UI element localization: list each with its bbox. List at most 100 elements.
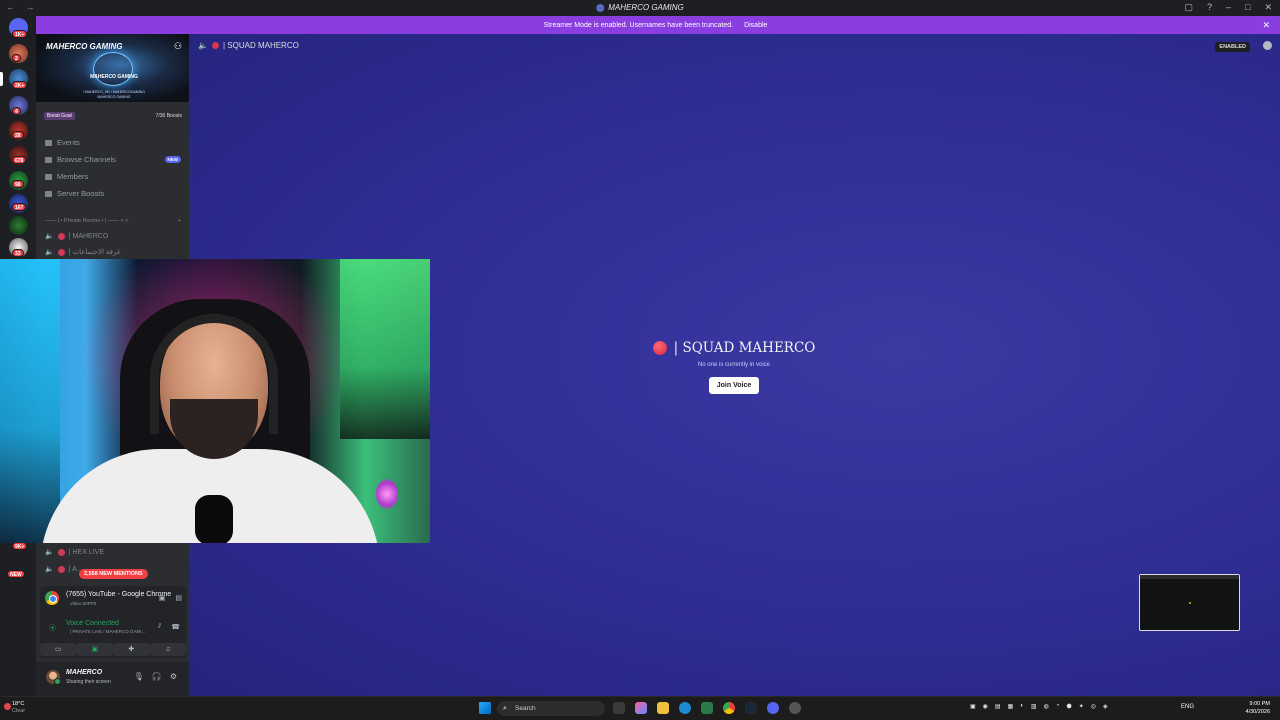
sidebar-item-browse-channels[interactable]: Browse Channels xyxy=(45,155,116,164)
category-private-rooms[interactable]: —— | • Private Rooms • | —— < < + xyxy=(45,218,181,224)
notification-badge: 9K+ xyxy=(12,542,28,550)
boost-goal-label: Boost Goal xyxy=(44,111,75,120)
language-indicator[interactable]: ENG xyxy=(1181,704,1194,710)
server-logo xyxy=(93,52,133,86)
popout-icon[interactable]: ▣ xyxy=(159,594,166,602)
weather-icon[interactable] xyxy=(4,703,11,710)
banner-text: Streamer Mode is enabled. Usernames have… xyxy=(543,21,734,29)
sidebar-item-events[interactable]: Events xyxy=(45,138,80,147)
preview-topbar xyxy=(1140,575,1239,579)
minimize-icon[interactable]: – xyxy=(1226,2,1231,13)
voice-channel[interactable]: 🔈 | MAHERCO xyxy=(45,232,108,240)
edge-icon[interactable] xyxy=(679,702,691,714)
members-icon xyxy=(45,173,52,180)
signal-icon[interactable]: ⦿ xyxy=(49,623,56,633)
windows-start-icon[interactable] xyxy=(479,702,491,714)
notification-badge: 2 xyxy=(12,54,21,62)
boost-goal-bar[interactable]: Boost Goal 7/36 Boosts xyxy=(44,111,182,120)
task-view-icon[interactable] xyxy=(613,702,625,714)
steam-icon[interactable] xyxy=(745,702,757,714)
weather-widget[interactable]: 18°C Clear xyxy=(12,701,25,715)
new-mentions-pill[interactable]: 2,558 NEW MENTIONS xyxy=(79,569,148,579)
disable-streamer-mode-button[interactable]: Disable xyxy=(739,21,772,30)
avatar[interactable] xyxy=(46,670,61,685)
channel-header: 🔈 | SQUAD MAHERCO ENABLED xyxy=(189,34,1280,58)
help-icon[interactable]: ? xyxy=(1207,2,1212,13)
user-controls: 🎙 🎧 ⚙ xyxy=(134,672,177,681)
username[interactable]: MAHERCO xyxy=(66,669,102,676)
gear-icon[interactable]: ⚙ xyxy=(170,672,177,681)
add-channel-icon[interactable]: + xyxy=(178,218,181,224)
tray-icon[interactable]: ◐ xyxy=(1020,703,1024,710)
speaker-icon: 🔈 xyxy=(45,233,54,240)
streamer-mode-banner: Streamer Mode is enabled. Usernames have… xyxy=(36,16,1280,34)
blue-light xyxy=(0,259,60,543)
voice-connected-status[interactable]: Voice Connected xyxy=(66,620,119,627)
maximize-icon[interactable]: □ xyxy=(1245,2,1250,13)
sidebar-item-members[interactable]: Members xyxy=(45,172,88,181)
tray-icon[interactable]: ▣ xyxy=(970,703,976,710)
file-explorer-icon[interactable] xyxy=(657,702,669,714)
activity-buttons: ▣ ▤ xyxy=(159,594,182,602)
taskbar-search[interactable]: ⌕ Search xyxy=(497,701,605,716)
tray-icon[interactable]: ◉ xyxy=(983,703,988,710)
chrome-icon[interactable] xyxy=(723,702,735,714)
headphones-icon[interactable]: 🎧 xyxy=(152,672,162,681)
server-icon[interactable] xyxy=(9,216,28,235)
server-banner[interactable]: MAHERCO GAMING ⚇ MAHERCO GAMING / MAHERC… xyxy=(36,34,189,102)
window-titlebar: ← → MAHERCO GAMING ▢ ? – □ ✕ xyxy=(0,0,1280,16)
discord-icon[interactable] xyxy=(767,702,779,714)
voice-channel[interactable]: 🔈 | غرفة الاجتماعات xyxy=(45,248,121,256)
tray-icon[interactable]: ◔ xyxy=(1056,703,1060,710)
camera-button[interactable]: ▭ xyxy=(40,642,77,656)
back-forward-icons[interactable]: ← → xyxy=(6,2,39,12)
noise-suppression-icon[interactable]: ⫽ xyxy=(158,623,161,631)
red-dot-icon xyxy=(211,42,219,49)
speaker-icon: 🔈 xyxy=(45,249,54,256)
windows-taskbar: 18°C Clear ⌕ Search ▣ ◉ ▤ ▦ ◐ ▥ ◍ ◔ ⬢ ✦ … xyxy=(0,696,1280,720)
tray-icon[interactable]: ▥ xyxy=(1031,703,1037,710)
microphone xyxy=(195,495,233,543)
notification-badge: 33 xyxy=(12,249,24,257)
new-tag: NEW xyxy=(164,156,181,163)
microphone-icon[interactable]: 🎙 xyxy=(134,672,144,681)
notification-badge: 28 xyxy=(12,131,24,139)
activity-subtitle: Video 60FPS xyxy=(70,601,97,606)
chat-icon[interactable] xyxy=(1263,41,1272,50)
stream-preview[interactable] xyxy=(1139,574,1240,631)
voice-channel[interactable]: 🔈 | A... xyxy=(45,565,83,573)
user-status: Sharing their screen xyxy=(66,679,111,685)
stream-settings-icon[interactable]: ▤ xyxy=(175,594,182,602)
tray-icon[interactable]: ◍ xyxy=(1044,703,1049,710)
join-voice-button[interactable]: Join Voice xyxy=(708,377,760,394)
settings-icon[interactable] xyxy=(789,702,801,714)
tray-icon[interactable]: ✦ xyxy=(1079,703,1084,710)
copilot-icon[interactable] xyxy=(635,702,647,714)
invite-icon[interactable]: ⚇ xyxy=(174,41,182,52)
activities-button[interactable]: ✚ xyxy=(113,642,150,656)
tray-icon[interactable]: ▤ xyxy=(995,703,1001,710)
new-badge[interactable]: NEW xyxy=(7,570,25,578)
server-name[interactable]: MAHERCO GAMING xyxy=(46,42,122,51)
share-screen-button[interactable]: ▣ xyxy=(76,642,113,656)
red-dot-icon xyxy=(57,565,65,573)
streamer-mode-badge[interactable]: ENABLED xyxy=(1215,42,1250,52)
disconnect-icon[interactable]: ☎ xyxy=(171,623,180,631)
voice-channel[interactable]: 🔈 | HEX LIVE xyxy=(45,548,104,556)
tray-icon[interactable]: ⬢ xyxy=(1066,703,1071,710)
server-icon xyxy=(596,3,605,12)
notification-badge: 678 xyxy=(12,156,27,164)
close-icon[interactable]: ✕ xyxy=(1264,2,1272,13)
app-icon[interactable] xyxy=(701,702,713,714)
sidebar-item-server-boosts[interactable]: Server Boosts xyxy=(45,189,104,198)
tray-icon[interactable]: ▦ xyxy=(1008,703,1014,710)
tray-icon[interactable]: ◈ xyxy=(1103,703,1108,710)
inbox-icon[interactable]: ▢ xyxy=(1184,2,1193,13)
taskbar-clock[interactable]: 9:00 PM 4/30/2026 xyxy=(1242,700,1270,716)
close-icon[interactable]: ✕ xyxy=(1262,20,1270,31)
preview-dot xyxy=(1189,602,1191,604)
notification-badge: 167 xyxy=(12,203,27,211)
soundboard-button[interactable]: ♫ xyxy=(149,642,186,656)
tray-icon[interactable]: ◎ xyxy=(1091,703,1096,710)
speaker-icon: 🔈 xyxy=(45,549,54,556)
